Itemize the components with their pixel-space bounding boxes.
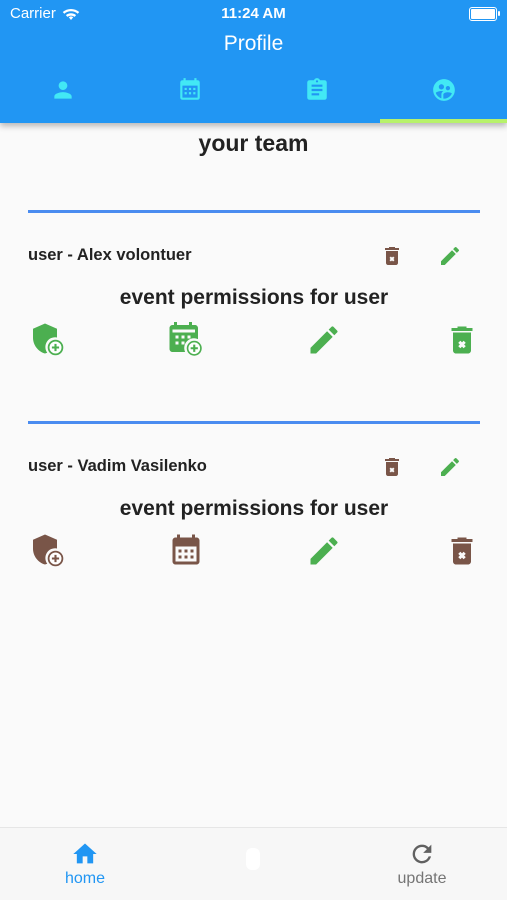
page-title: Profile: [223, 32, 284, 55]
tab-profile[interactable]: [0, 68, 127, 123]
permission-actions: [28, 322, 480, 358]
user-row: user - Vadim Vasilenko: [28, 455, 480, 479]
refresh-icon: [412, 844, 432, 864]
edit-user-button[interactable]: [438, 455, 462, 479]
tab-calendar[interactable]: [127, 68, 254, 123]
delete-icon: [451, 326, 473, 354]
team-member-card: user - Alex volontuer event permissions …: [28, 210, 480, 356]
pencil-icon: [441, 457, 459, 476]
shield-add-icon: [33, 534, 64, 567]
status-time: 11:24 AM: [221, 5, 286, 22]
edit-event-button[interactable]: [306, 322, 342, 358]
edit-event-button[interactable]: [306, 533, 342, 569]
nav-home-label: home: [64, 870, 106, 887]
team-member-card: user - Vadim Vasilenko event permissions…: [28, 421, 480, 567]
clipboard-icon: [307, 78, 327, 100]
home-icon: [73, 843, 97, 864]
team-title: your team: [198, 130, 309, 156]
tab-clipboard[interactable]: [254, 68, 381, 123]
nav-update[interactable]: update: [372, 840, 472, 888]
pencil-icon: [310, 537, 338, 565]
status-bar: Carrier 11:24 AM: [0, 5, 507, 23]
tab-bar: [0, 68, 507, 123]
delete-icon: [385, 458, 399, 476]
delete-event-button[interactable]: [444, 322, 480, 358]
user-row: user - Alex volontuer: [28, 244, 480, 268]
permissions-title: event permissions for user: [119, 286, 389, 309]
delete-user-button[interactable]: [380, 455, 404, 479]
section-divider: [28, 421, 480, 424]
calendar-icon: [172, 534, 200, 565]
user-name: user - Alex volontuer: [28, 246, 192, 264]
user-name: user - Vadim Vasilenko: [28, 457, 207, 475]
shield-add-icon: [33, 323, 64, 356]
delete-icon: [385, 247, 399, 265]
add-event-button[interactable]: [168, 322, 204, 358]
team-icon: [432, 79, 455, 101]
nav-update-label: update: [397, 870, 447, 887]
permission-actions: [28, 533, 480, 569]
pressed-indicator: [246, 848, 260, 870]
section-divider: [28, 210, 480, 213]
bottom-navigation: home update: [0, 827, 507, 900]
delete-icon: [451, 537, 473, 565]
person-icon: [54, 81, 73, 99]
app-bar: Carrier 11:24 AM Profile: [0, 0, 507, 123]
pencil-icon: [441, 246, 459, 265]
tab-team[interactable]: [380, 68, 507, 123]
add-permission-button[interactable]: [30, 533, 66, 569]
delete-user-button[interactable]: [380, 244, 404, 268]
add-permission-button[interactable]: [30, 322, 66, 358]
calendar-add-icon: [169, 322, 202, 356]
edit-user-button[interactable]: [438, 244, 462, 268]
nav-home[interactable]: home: [35, 840, 135, 888]
delete-event-button[interactable]: [444, 533, 480, 569]
pencil-icon: [310, 326, 338, 354]
calendar-button[interactable]: [168, 533, 204, 569]
tab-indicator: [380, 119, 507, 123]
battery-icon: [469, 7, 500, 21]
permissions-title: event permissions for user: [119, 497, 389, 520]
calendar-icon: [180, 78, 200, 100]
